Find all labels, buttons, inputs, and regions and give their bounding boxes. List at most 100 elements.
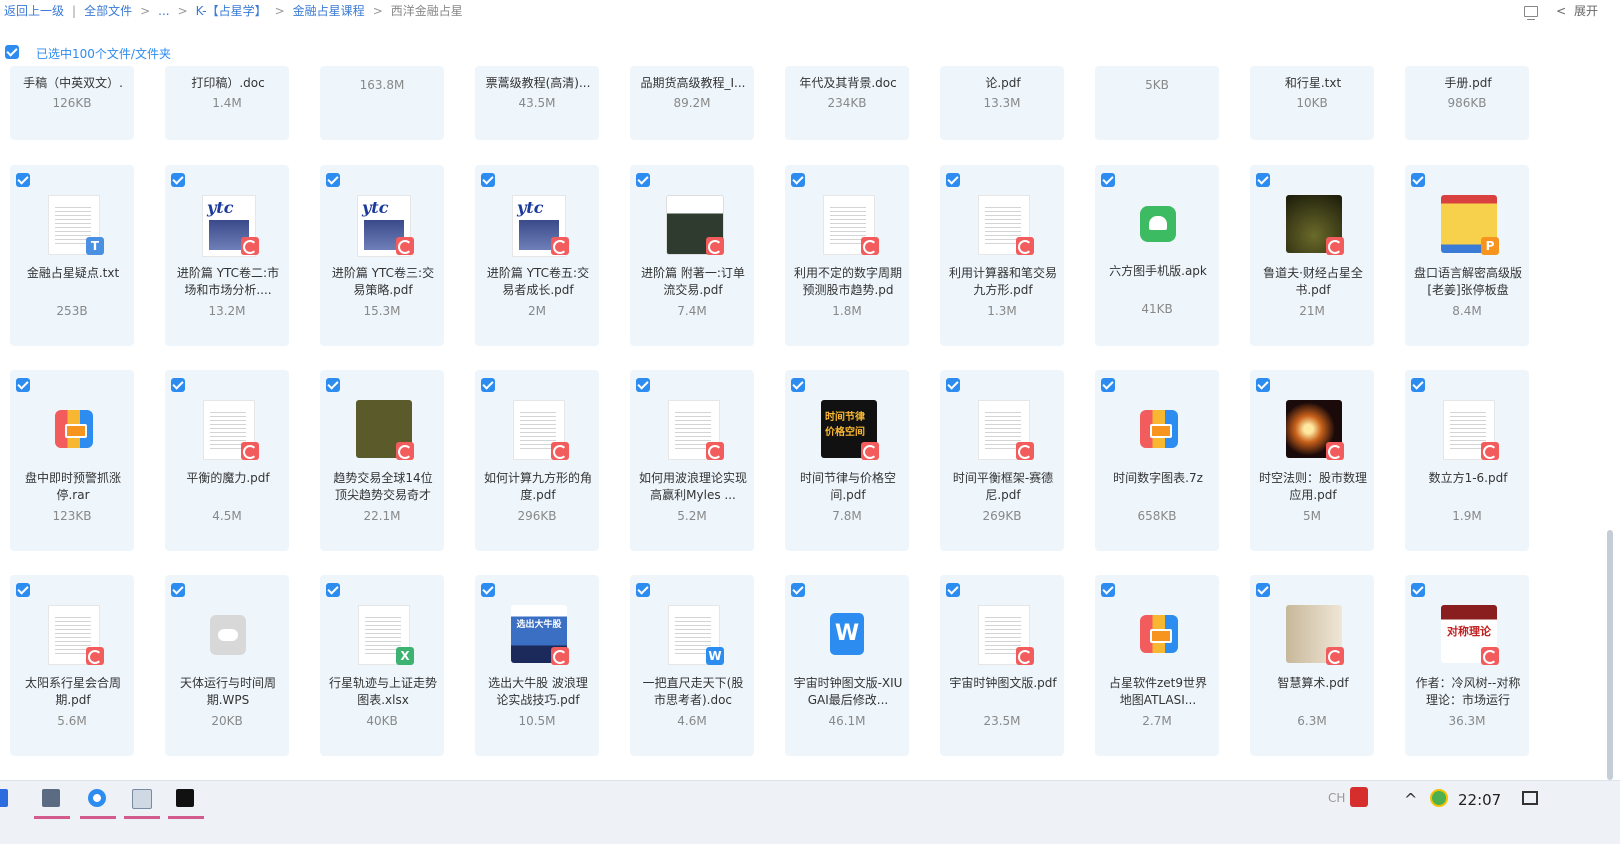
file-card[interactable]: 选出大牛股 选出大牛股 波浪理论实战技巧.pdf 10.5M	[475, 575, 599, 756]
file-size: 658KB	[1137, 509, 1177, 523]
file-card[interactable]: 5KB	[1095, 66, 1219, 140]
file-card[interactable]: ytc 进阶篇 YTC卷二:市场和市场分析.... 13.2M	[165, 165, 289, 346]
file-name: 打印稿）.doc	[191, 76, 265, 90]
network-icon[interactable]	[1430, 789, 1448, 807]
file-card[interactable]: 打印稿）.doc 1.4M	[165, 66, 289, 140]
file-card[interactable]: 利用不定的数字周期预测股市趋势.pd 1.8M	[785, 165, 909, 346]
file-card[interactable]: 太阳系行星会合周期.pdf 5.6M	[10, 575, 134, 756]
back-link[interactable]: 返回上一级	[4, 2, 64, 19]
file-card[interactable]: 时间平衡框架-赛德尼.pdf 269KB	[940, 370, 1064, 551]
file-checkbox[interactable]	[636, 583, 650, 597]
file-card[interactable]: 和行星.txt 10KB	[1250, 66, 1374, 140]
file-card[interactable]: 如何计算九方形的角度.pdf 296KB	[475, 370, 599, 551]
file-thumbnail: 对称理论	[1437, 603, 1499, 665]
file-card[interactable]: 手稿（中英双文）. 126KB	[10, 66, 134, 140]
file-card[interactable]: 时间数字图表.7z 658KB	[1095, 370, 1219, 551]
file-card[interactable]: 论.pdf 13.3M	[940, 66, 1064, 140]
input-language[interactable]: CH	[1328, 791, 1345, 805]
file-card[interactable]: T 金融占星疑点.txt 253B	[10, 165, 134, 346]
file-card[interactable]: W 宇宙时钟图文版-XIUGAI最后修改... 46.1M	[785, 575, 909, 756]
file-checkbox[interactable]	[326, 583, 340, 597]
file-card[interactable]: 品期货高级教程_I... 89.2M	[630, 66, 754, 140]
file-card[interactable]: 对称理论 作者：冷风树--对称理论：市场运行 36.3M	[1405, 575, 1529, 756]
file-card[interactable]: 如何用波浪理论实现高赢利Myles ... 5.2M	[630, 370, 754, 551]
file-manager-icon	[42, 789, 60, 807]
file-checkbox[interactable]	[791, 173, 805, 187]
file-card[interactable]: 天体运行与时间周期.WPS 20KB	[165, 575, 289, 756]
file-checkbox[interactable]	[636, 378, 650, 392]
file-card[interactable]: 趋势交易全球14位顶尖趋势交易奇才 22.1M	[320, 370, 444, 551]
file-card[interactable]: 票蒿级教程(高清)... 43.5M	[475, 66, 599, 140]
file-checkbox[interactable]	[1411, 583, 1425, 597]
notification-icon[interactable]	[1522, 791, 1538, 805]
file-card[interactable]: 数立方1-6.pdf 1.9M	[1405, 370, 1529, 551]
file-checkbox[interactable]	[1101, 173, 1115, 187]
file-card[interactable]: 鲁道夫·财经占星全书.pdf 21M	[1250, 165, 1374, 346]
file-checkbox[interactable]	[326, 378, 340, 392]
file-name: 占星软件zet9世界地图ATLASI...	[1108, 676, 1208, 707]
taskbar-item-app1[interactable]	[28, 785, 72, 819]
file-card[interactable]: 六方图手机版.apk 41KB	[1095, 165, 1219, 346]
chevron-left-icon[interactable]: <	[1556, 4, 1566, 18]
file-checkbox[interactable]	[1101, 378, 1115, 392]
file-card[interactable]: 宇宙时钟图文版.pdf 23.5M	[940, 575, 1064, 756]
file-card[interactable]: W 一把直尺走天下(股市思考者).doc 4.6M	[630, 575, 754, 756]
file-thumbnail	[1127, 193, 1189, 255]
tray-expand-chevron-icon[interactable]: ^	[1404, 790, 1417, 809]
file-size: 13.2M	[208, 304, 246, 318]
file-checkbox[interactable]	[481, 173, 495, 187]
select-all-checkbox[interactable]	[5, 45, 19, 59]
breadcrumb: 返回上一级 | 全部文件 >... > K-【占星学】 > 金融占星课程 > 西洋金融占星	[4, 2, 471, 19]
file-checkbox[interactable]	[636, 173, 650, 187]
file-card[interactable]: 平衡的魔力.pdf 4.5M	[165, 370, 289, 551]
file-checkbox[interactable]	[946, 173, 960, 187]
file-card[interactable]: 利用计算器和笔交易九方形.pdf 1.3M	[940, 165, 1064, 346]
breadcrumb-ellipsis[interactable]: ...	[158, 4, 169, 18]
file-checkbox[interactable]	[1411, 173, 1425, 187]
file-card[interactable]: 年代及其背景.doc 234KB	[785, 66, 909, 140]
file-checkbox[interactable]	[16, 378, 30, 392]
file-checkbox[interactable]	[1256, 583, 1270, 597]
taskbar-item-app4[interactable]	[162, 785, 206, 819]
file-checkbox[interactable]	[1101, 583, 1115, 597]
file-card[interactable]: 智慧算术.pdf 6.3M	[1250, 575, 1374, 756]
file-card[interactable]: 163.8M	[320, 66, 444, 140]
breadcrumb-all-files[interactable]: 全部文件	[84, 2, 132, 19]
monitor-icon[interactable]	[1524, 4, 1539, 20]
file-card[interactable]: ytc 进阶篇 YTC卷五:交易者成长.pdf 2M	[475, 165, 599, 346]
expand-button[interactable]: 展开	[1574, 2, 1598, 19]
breadcrumb-separator: >	[177, 4, 188, 18]
file-checkbox[interactable]	[791, 378, 805, 392]
file-checkbox[interactable]	[481, 583, 495, 597]
file-card[interactable]: P 盘口语言解密高级版[老姜]张停板盘 8.4M	[1405, 165, 1529, 346]
file-card[interactable]: 占星软件zet9世界地图ATLASI... 2.7M	[1095, 575, 1219, 756]
vertical-scrollbar[interactable]	[1607, 530, 1613, 780]
antivirus-icon[interactable]	[1350, 787, 1368, 807]
file-card[interactable]: 时空法则：股市数理应用.pdf 5M	[1250, 370, 1374, 551]
file-checkbox[interactable]	[171, 378, 185, 392]
file-checkbox[interactable]	[946, 583, 960, 597]
file-card[interactable]: 手册.pdf 986KB	[1405, 66, 1529, 140]
file-card[interactable]: 时间节律价格空间 时间节律与价格空间.pdf 7.8M	[785, 370, 909, 551]
file-checkbox[interactable]	[1411, 378, 1425, 392]
file-checkbox[interactable]	[1256, 378, 1270, 392]
file-checkbox[interactable]	[326, 173, 340, 187]
file-card[interactable]: 盘中即时预警抓涨停.rar 123KB	[10, 370, 134, 551]
file-checkbox[interactable]	[481, 378, 495, 392]
archive-icon	[55, 410, 93, 448]
file-checkbox[interactable]	[171, 173, 185, 187]
file-checkbox[interactable]	[1256, 173, 1270, 187]
taskbar-item-app3[interactable]	[118, 785, 162, 819]
file-checkbox[interactable]	[171, 583, 185, 597]
breadcrumb-folder-course[interactable]: 金融占星课程	[293, 2, 365, 19]
taskbar-item-app2[interactable]	[74, 785, 118, 819]
file-checkbox[interactable]	[16, 583, 30, 597]
file-checkbox[interactable]	[946, 378, 960, 392]
file-checkbox[interactable]	[16, 173, 30, 187]
file-card[interactable]: X 行星轨迹与上证走势图表.xlsx 40KB	[320, 575, 444, 756]
file-card[interactable]: 进阶篇 附著一:订单流交易.pdf 7.4M	[630, 165, 754, 346]
file-card[interactable]: ytc 进阶篇 YTC卷三:交易策略.pdf 15.3M	[320, 165, 444, 346]
breadcrumb-folder-astrology[interactable]: K-【占星学】	[196, 2, 267, 19]
pdf-file-icon	[1481, 442, 1499, 460]
file-checkbox[interactable]	[791, 583, 805, 597]
